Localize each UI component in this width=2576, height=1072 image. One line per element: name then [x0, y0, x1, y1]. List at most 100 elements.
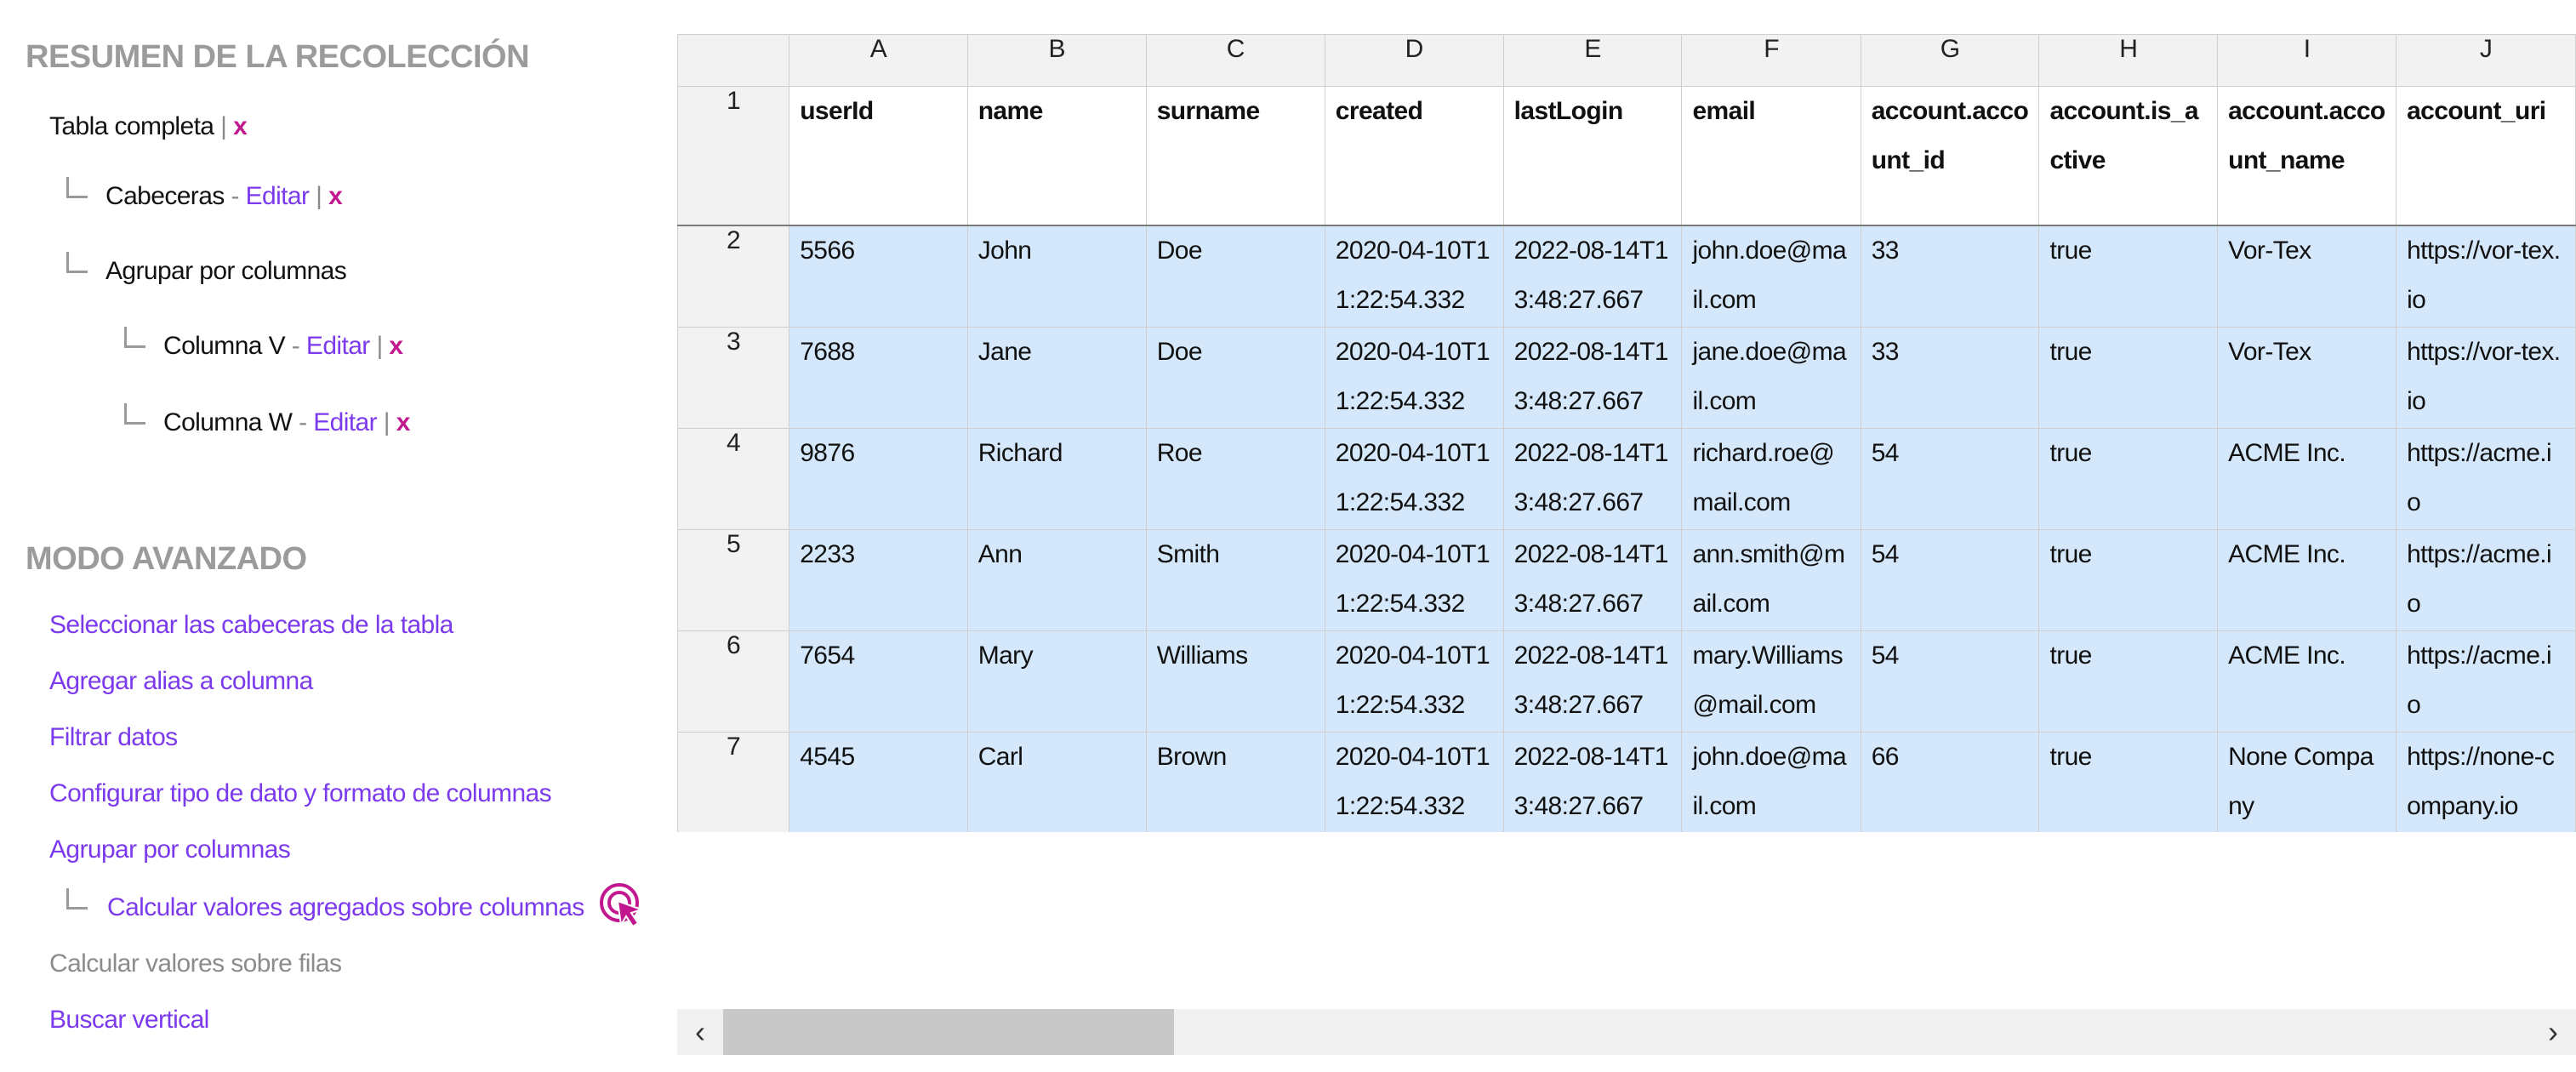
row-number[interactable]: 5 [677, 529, 790, 631]
data-cell[interactable]: Ann [966, 529, 1147, 631]
column-header-a[interactable]: A [789, 34, 968, 87]
header-cell[interactable]: created [1324, 86, 1504, 226]
data-cell[interactable]: Richard [966, 428, 1147, 530]
data-cell[interactable]: https://acme.io [2396, 529, 2576, 631]
data-cell[interactable]: https://acme.io [2396, 630, 2576, 733]
data-cell[interactable]: 5566 [789, 225, 968, 328]
data-cell[interactable]: 2022-08-14T13:48:27.667 [1502, 327, 1683, 429]
data-cell[interactable]: mary.Williams@mail.com [1681, 630, 1861, 733]
scroll-left-button[interactable]: ‹ [677, 1009, 723, 1055]
horizontal-scrollbar[interactable]: ‹ › [677, 1009, 2576, 1055]
data-cell[interactable]: 2022-08-14T13:48:27.667 [1502, 529, 1683, 631]
select-all-corner[interactable] [677, 34, 790, 87]
data-cell[interactable]: 2020-04-10T11:22:54.332 [1324, 630, 1504, 733]
data-cell[interactable]: 4545 [789, 732, 968, 832]
data-cell[interactable]: Smith [1145, 529, 1325, 631]
data-cell[interactable]: 2020-04-10T11:22:54.332 [1324, 732, 1504, 832]
data-cell[interactable]: 54 [1860, 529, 2040, 631]
data-cell[interactable]: 2022-08-14T13:48:27.667 [1502, 428, 1683, 530]
data-cell[interactable]: John [966, 225, 1147, 328]
data-cell[interactable]: 7654 [789, 630, 968, 733]
data-cell[interactable]: 2022-08-14T13:48:27.667 [1502, 732, 1683, 832]
header-cell[interactable]: account.account_id [1860, 86, 2040, 226]
data-cell[interactable]: Vor-Tex [2217, 327, 2397, 429]
data-cell[interactable]: 66 [1860, 732, 2040, 832]
data-cell[interactable]: https://vor-tex.io [2396, 327, 2576, 429]
data-cell[interactable]: 54 [1860, 630, 2040, 733]
advanced-link-vlookup[interactable]: Buscar vertical [49, 1006, 209, 1035]
edit-column-v-link[interactable]: Editar [306, 332, 370, 360]
advanced-link-aggregate-columns[interactable]: Calcular valores agregados sobre columna… [107, 893, 584, 922]
data-cell[interactable]: Jane [966, 327, 1147, 429]
data-cell[interactable]: Vor-Tex [2217, 225, 2397, 328]
data-cell[interactable]: Carl [966, 732, 1147, 832]
data-cell[interactable]: ACME Inc. [2217, 630, 2397, 733]
data-cell[interactable]: true [2038, 428, 2219, 530]
remove-column-w-button[interactable]: x [396, 408, 411, 436]
data-cell[interactable]: true [2038, 732, 2219, 832]
data-cell[interactable]: https://none-company.io [2396, 732, 2576, 832]
remove-column-v-button[interactable]: x [389, 332, 403, 360]
header-cell[interactable]: email [1681, 86, 1861, 226]
advanced-link-select-headers[interactable]: Seleccionar las cabeceras de la tabla [49, 611, 453, 640]
data-cell[interactable]: 33 [1860, 225, 2040, 328]
column-header-f[interactable]: F [1681, 34, 1861, 87]
data-cell[interactable]: 54 [1860, 428, 2040, 530]
data-cell[interactable]: 2020-04-10T11:22:54.332 [1324, 225, 1504, 328]
row-number[interactable]: 2 [677, 225, 790, 328]
advanced-link-configure-types[interactable]: Configurar tipo de dato y formato de col… [49, 779, 552, 808]
header-cell[interactable]: account_uri [2396, 86, 2576, 226]
advanced-link-add-alias[interactable]: Agregar alias a columna [49, 667, 313, 696]
column-header-j[interactable]: J [2396, 34, 2576, 87]
data-cell[interactable]: Williams [1145, 630, 1325, 733]
data-cell[interactable]: true [2038, 327, 2219, 429]
header-cell[interactable]: lastLogin [1502, 86, 1683, 226]
header-cell[interactable]: account.is_active [2038, 86, 2219, 226]
data-cell[interactable]: Doe [1145, 327, 1325, 429]
remove-headers-button[interactable]: x [328, 182, 343, 210]
column-header-g[interactable]: G [1860, 34, 2040, 87]
data-cell[interactable]: Brown [1145, 732, 1325, 832]
data-cell[interactable]: 2233 [789, 529, 968, 631]
data-cell[interactable]: richard.roe@mail.com [1681, 428, 1861, 530]
data-cell[interactable]: ACME Inc. [2217, 529, 2397, 631]
edit-column-w-link[interactable]: Editar [313, 408, 377, 436]
column-header-d[interactable]: D [1324, 34, 1504, 87]
advanced-link-filter-data[interactable]: Filtrar datos [49, 723, 178, 752]
edit-headers-link[interactable]: Editar [246, 182, 310, 210]
header-cell[interactable]: userId [789, 86, 968, 226]
data-cell[interactable]: 2020-04-10T11:22:54.332 [1324, 428, 1504, 530]
data-cell[interactable]: 2020-04-10T11:22:54.332 [1324, 327, 1504, 429]
data-cell[interactable]: Doe [1145, 225, 1325, 328]
column-header-i[interactable]: I [2217, 34, 2397, 87]
row-number[interactable]: 1 [677, 86, 790, 226]
data-cell[interactable]: 7688 [789, 327, 968, 429]
data-cell[interactable]: john.doe@mail.com [1681, 225, 1861, 328]
column-header-b[interactable]: B [966, 34, 1147, 87]
row-number[interactable]: 3 [677, 327, 790, 429]
row-number[interactable]: 6 [677, 630, 790, 733]
data-cell[interactable]: true [2038, 529, 2219, 631]
scroll-right-button[interactable]: › [2530, 1009, 2576, 1055]
data-cell[interactable]: https://vor-tex.io [2396, 225, 2576, 328]
column-header-e[interactable]: E [1502, 34, 1683, 87]
row-number[interactable]: 4 [677, 428, 790, 530]
row-number[interactable]: 7 [677, 732, 790, 832]
data-cell[interactable]: jane.doe@mail.com [1681, 327, 1861, 429]
data-cell[interactable]: Mary [966, 630, 1147, 733]
data-cell[interactable]: true [2038, 630, 2219, 733]
advanced-link-group-by[interactable]: Agrupar por columnas [49, 835, 291, 864]
data-cell[interactable]: john.doe@mail.com [1681, 732, 1861, 832]
column-header-h[interactable]: H [2038, 34, 2219, 87]
remove-full-table-button[interactable]: x [233, 112, 248, 140]
header-cell[interactable]: surname [1145, 86, 1325, 226]
header-cell[interactable]: account.account_name [2217, 86, 2397, 226]
data-cell[interactable]: 9876 [789, 428, 968, 530]
data-cell[interactable]: Roe [1145, 428, 1325, 530]
data-cell[interactable]: ACME Inc. [2217, 428, 2397, 530]
header-cell[interactable]: name [966, 86, 1147, 226]
spreadsheet-viewport[interactable]: A B C D E F G H I J 1 userId name surnam… [677, 34, 2576, 832]
data-cell[interactable]: None Company [2217, 732, 2397, 832]
scrollbar-thumb[interactable] [723, 1009, 1174, 1055]
data-cell[interactable]: 2020-04-10T11:22:54.332 [1324, 529, 1504, 631]
